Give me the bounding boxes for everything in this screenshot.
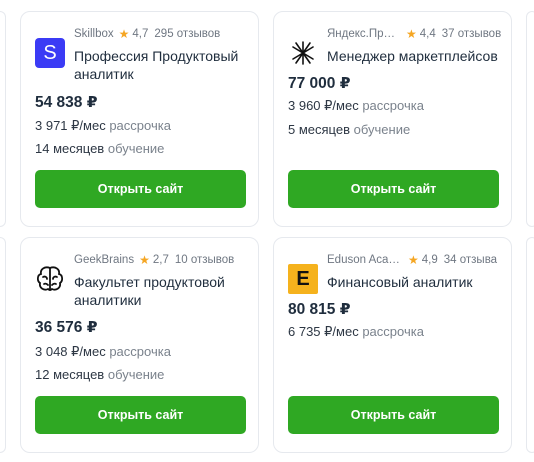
reviews-link[interactable]: 295 отзывов (154, 28, 220, 40)
duration-info: 12 месяцев обучение (35, 367, 164, 382)
course-title[interactable]: Профессия Продуктовый аналитик (74, 47, 250, 83)
reviews-link[interactable]: 37 отзывов (442, 28, 501, 40)
open-site-button[interactable]: Открыть сайт (35, 170, 246, 208)
installment-value: 3 048 ₽/мес (35, 344, 106, 359)
rating-value: 2,7 (152, 254, 169, 266)
installment-info: 3 960 ₽/мес рассрочка (288, 98, 424, 114)
installment-label: рассрочка (109, 118, 171, 133)
school-name[interactable]: Яндекс.Практикум (327, 28, 401, 40)
eduson-logo-letter: E (296, 267, 310, 290)
course-price: 77 000 ₽ (288, 75, 351, 92)
open-site-button[interactable]: Открыть сайт (288, 396, 499, 434)
installment-info: 6 735 ₽/мес рассрочка (288, 324, 424, 340)
asterisk-icon (288, 38, 318, 68)
school-meta: GeekBrains ★ 2,7 10 отзывов (74, 253, 252, 267)
duration-value: 5 месяцев (288, 122, 350, 137)
school-name[interactable]: Eduson Academy (327, 254, 403, 266)
skillbox-logo-letter: S (43, 41, 57, 64)
partial-card-left-bottom (0, 237, 6, 453)
rating-value: 4,9 (421, 254, 438, 266)
course-title[interactable]: Факультет продуктовой аналитики (74, 273, 250, 309)
rating-value: 4,7 (132, 28, 149, 40)
duration-label: обучение (107, 141, 165, 156)
brain-icon (35, 264, 65, 294)
course-price: 80 815 ₽ (288, 301, 351, 318)
partial-card-right-bottom (526, 237, 534, 453)
course-title[interactable]: Менеджер маркетплейсов (327, 47, 503, 65)
reviews-link[interactable]: 34 отзыва (444, 254, 497, 266)
open-site-button[interactable]: Открыть сайт (288, 170, 499, 208)
star-icon: ★ (408, 253, 419, 267)
duration-info: 14 месяцев обучение (35, 141, 164, 156)
course-price: 36 576 ₽ (35, 319, 98, 336)
star-icon: ★ (139, 253, 150, 267)
installment-info: 3 971 ₽/мес рассрочка (35, 118, 171, 134)
school-meta: Eduson Academy ★ 4,9 34 отзыва (327, 253, 505, 267)
school-logo-skillbox: S (35, 38, 65, 68)
installment-value: 3 960 ₽/мес (288, 98, 359, 113)
school-name[interactable]: GeekBrains (74, 254, 134, 266)
duration-label: обучение (107, 367, 165, 382)
duration-value: 12 месяцев (35, 367, 105, 382)
partial-card-left-top (0, 11, 6, 227)
open-site-button[interactable]: Открыть сайт (35, 396, 246, 434)
installment-label: рассрочка (362, 324, 424, 339)
installment-label: рассрочка (362, 98, 424, 113)
course-card-geekbrains[interactable]: GeekBrains ★ 2,7 10 отзывов Факультет пр… (20, 237, 259, 453)
installment-info: 3 048 ₽/мес рассрочка (35, 344, 171, 360)
installment-value: 3 971 ₽/мес (35, 118, 106, 133)
reviews-link[interactable]: 10 отзывов (175, 254, 234, 266)
duration-value: 14 месяцев (35, 141, 105, 156)
school-logo-eduson: E (288, 264, 318, 294)
course-card-yandex[interactable]: Яндекс.Практикум ★ 4,4 37 отзывов Менедж… (273, 11, 512, 227)
duration-info: 5 месяцев обучение (288, 122, 410, 137)
rating-value: 4,4 (419, 28, 436, 40)
course-price: 54 838 ₽ (35, 94, 98, 111)
school-meta: Skillbox ★ 4,7 295 отзывов (74, 27, 252, 41)
course-title[interactable]: Финансовый аналитик (327, 273, 503, 291)
school-name[interactable]: Skillbox (74, 28, 114, 40)
star-icon: ★ (118, 27, 130, 41)
course-card-eduson[interactable]: E Eduson Academy ★ 4,9 34 отзыва Финансо… (273, 237, 512, 453)
school-meta: Яндекс.Практикум ★ 4,4 37 отзывов (327, 27, 505, 41)
installment-value: 6 735 ₽/мес (288, 324, 359, 339)
course-card-skillbox[interactable]: S Skillbox ★ 4,7 295 отзывов Профессия П… (20, 11, 259, 227)
duration-label: обучение (353, 122, 411, 137)
partial-card-right-top (526, 11, 534, 227)
installment-label: рассрочка (109, 344, 171, 359)
star-icon: ★ (406, 27, 417, 41)
